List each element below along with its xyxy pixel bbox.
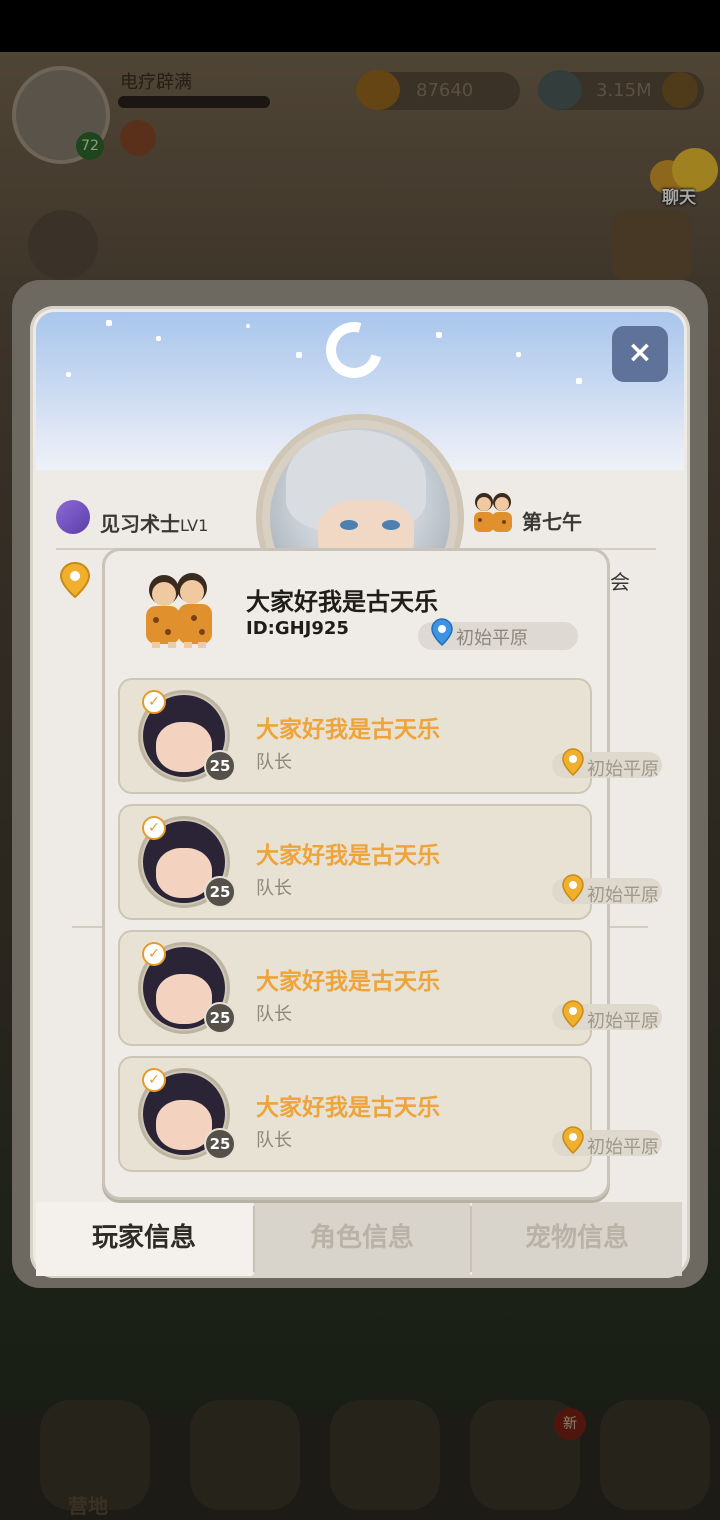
member-location: 初始平原 xyxy=(587,885,659,906)
location-pin-icon xyxy=(562,1126,584,1154)
location-pin-icon xyxy=(562,748,584,776)
class-level: LV1 xyxy=(180,516,209,535)
member-location: 初始平原 xyxy=(587,1137,659,1158)
tab-player-info[interactable]: 玩家信息 xyxy=(36,1202,252,1276)
tribe-label: 第七午 xyxy=(522,510,582,534)
location-pin-icon xyxy=(562,1000,584,1028)
member-role: 队长 xyxy=(256,752,292,773)
class-icon xyxy=(56,500,90,534)
portrait-eye xyxy=(340,520,358,530)
member-location: 初始平原 xyxy=(587,759,659,780)
tribe-icon xyxy=(474,493,512,532)
member-level-badge: 25 xyxy=(204,750,236,782)
member-level-badge: 25 xyxy=(204,876,236,908)
class-label: 见习术士LV1 xyxy=(100,508,208,537)
guild-label-partial: 会 xyxy=(610,570,630,594)
team-id: ID:GHJ925 xyxy=(246,618,349,639)
member-name: 大家好我是古天乐 xyxy=(256,969,440,995)
member-name: 大家好我是古天乐 xyxy=(256,717,440,743)
class-name: 见习术士 xyxy=(100,512,180,536)
portrait-eye xyxy=(382,520,400,530)
member-level-badge: 25 xyxy=(204,1002,236,1034)
captain-badge-icon: ✓ xyxy=(142,816,166,840)
captain-badge-icon: ✓ xyxy=(142,1068,166,1092)
team-location: 初始平原 xyxy=(456,628,528,649)
location-pin-icon xyxy=(431,618,453,646)
captain-badge-icon: ✓ xyxy=(142,942,166,966)
tab-pet-info[interactable]: 宠物信息 xyxy=(472,1202,682,1276)
team-name: 大家好我是古天乐 xyxy=(246,588,438,616)
member-role: 队长 xyxy=(256,1004,292,1025)
member-role: 队长 xyxy=(256,878,292,899)
member-level-badge: 25 xyxy=(204,1128,236,1160)
captain-badge-icon: ✓ xyxy=(142,690,166,714)
member-location: 初始平原 xyxy=(587,1011,659,1032)
close-button[interactable]: × xyxy=(612,326,668,382)
location-pin-icon xyxy=(60,562,90,598)
team-emblem-icon xyxy=(146,573,212,648)
tab-separator xyxy=(253,1206,255,1272)
member-name: 大家好我是古天乐 xyxy=(256,843,440,869)
member-name: 大家好我是古天乐 xyxy=(256,1095,440,1121)
member-role: 队长 xyxy=(256,1130,292,1151)
tab-character-info[interactable]: 角色信息 xyxy=(254,1202,470,1276)
tab-separator xyxy=(470,1206,472,1272)
location-pin-icon xyxy=(562,874,584,902)
